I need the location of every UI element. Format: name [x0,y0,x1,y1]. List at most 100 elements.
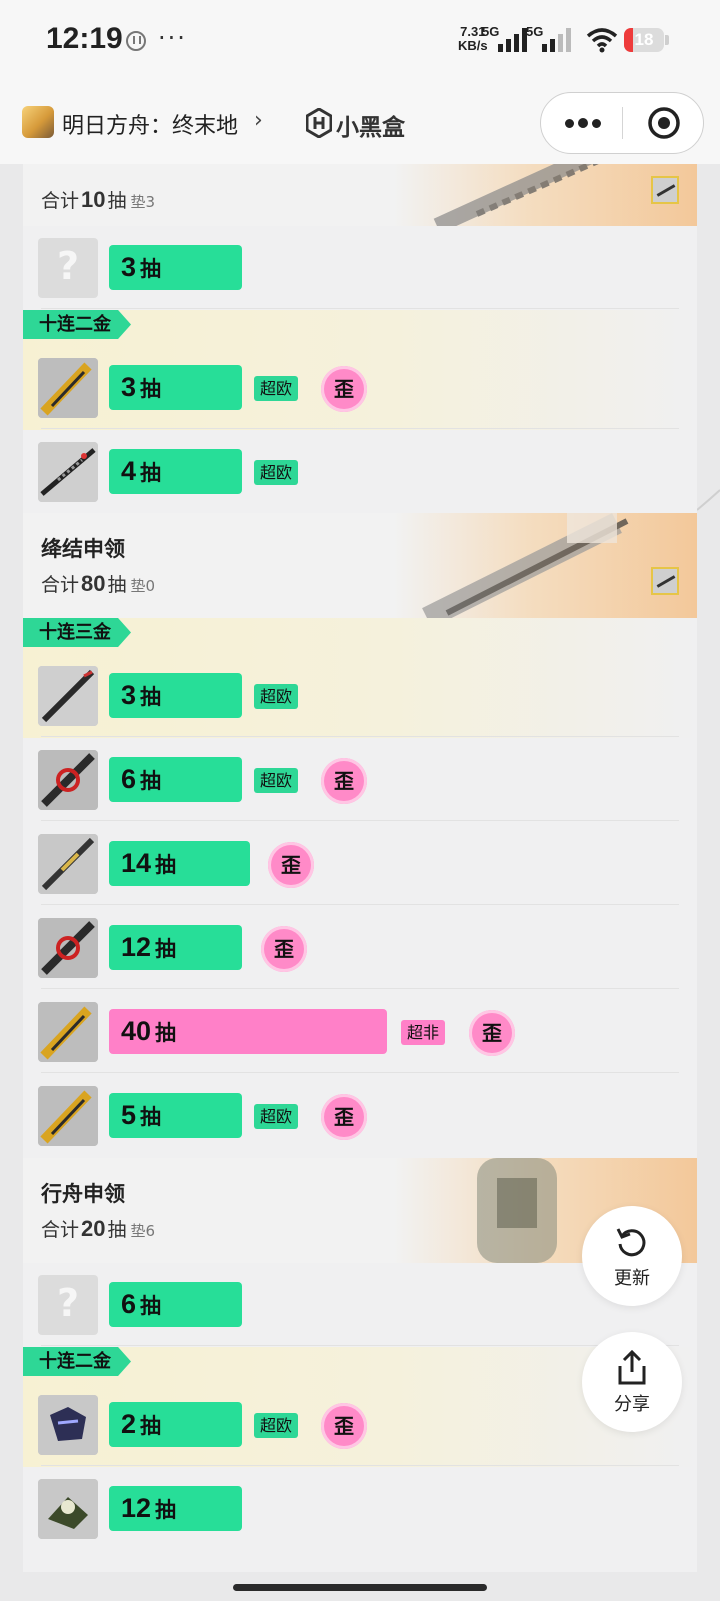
off-banner-badge: 歪 [469,1010,515,1056]
divider [41,428,679,429]
status-time: 12:19 [46,22,123,55]
sim1-label: 5G [482,24,500,39]
ten-pull-tag: 十连二金 [23,310,131,339]
network-speed-unit: KB/s [458,38,488,53]
pull-number: 4 [121,456,137,486]
divider [41,736,679,737]
weapon-art-image [433,164,599,226]
pity-count: 垫3 [130,193,156,211]
brand-name: 小黑盒 [336,115,405,141]
off-banner-badge: 歪 [268,842,314,888]
weapon-gold-icon [38,358,98,418]
pull-number: 3 [121,680,137,710]
unknown-item-icon [38,238,98,298]
divider [41,820,679,821]
pull-number: 14 [121,848,152,878]
share-label: 分享 [614,1394,650,1415]
pull-unit: 抽 [140,1294,162,1318]
pull-number: 3 [121,252,137,282]
close-target-icon[interactable] [647,106,681,140]
status-bar: 12:19 ··· 7.31 KB/s 5G 5G 18 [0,0,720,84]
pull-number: 6 [121,1289,137,1319]
status-more-dots: ··· [158,24,187,52]
lucky-badge: 超欧 [254,460,299,485]
off-banner-badge: 歪 [321,1403,367,1449]
ten-pull-tag: 十连二金 [23,1347,131,1376]
pull-unit: 抽 [155,937,177,961]
off-banner-badge: 歪 [321,758,367,804]
pull-unit: 抽 [140,1414,162,1438]
lucky-badge: 超欧 [254,376,299,401]
banner-total: 合计80 抽垫0 [41,570,155,597]
weapon-red-icon [38,750,98,810]
home-indicator[interactable] [233,1584,487,1591]
pull-unit: 抽 [140,461,162,485]
divider [41,988,679,989]
banner-section-header: 绛结申领 合计80 抽垫0 [23,513,697,618]
app-notification-icon [126,31,146,51]
total-pulls: 20 [81,1216,106,1241]
pull-count: 6抽 [121,1289,161,1320]
pull-row: 14 抽 歪 [23,822,697,905]
refresh-label: 更新 [614,1268,650,1289]
operator-icon [38,1479,98,1539]
pull-unit: 抽 [155,853,177,877]
weapon-art-image [422,513,629,618]
unlucky-badge: 超非 [401,1020,446,1045]
pull-row: 12 抽 歪 [23,906,697,989]
off-banner-badge: 歪 [321,1094,367,1140]
refresh-icon [616,1228,646,1257]
off-banner-badge: 歪 [321,366,367,412]
pull-unit: 抽 [140,377,162,401]
banner-name: 行舟申领 [41,1182,125,1206]
pull-count: 6抽 [121,764,161,795]
app-avatar[interactable] [22,106,54,138]
app-name-link[interactable]: 明日方舟：终末地 [62,108,238,140]
banner-name: 绛结申领 [41,537,125,561]
wifi-icon [586,28,618,53]
pity-count: 垫6 [130,1222,156,1240]
lucky-badge: 超欧 [254,768,299,793]
refresh-button[interactable]: 更新 [582,1206,682,1306]
operator-icon [38,1395,98,1455]
banner-total: 合计10 抽垫3 [41,186,155,213]
pull-row: 4抽 超欧 [23,430,697,513]
divider [41,1465,679,1466]
share-button[interactable]: 分享 [582,1332,682,1432]
divider [41,1072,679,1073]
miniprogram-header: 明日方舟：终末地 › 小黑盒 [0,84,720,164]
pull-count: 3抽 [121,372,161,403]
pity-count: 垫0 [130,577,156,595]
background-decoration [697,489,720,511]
pull-number: 12 [121,932,152,962]
pull-number: 2 [121,1409,137,1439]
battery-tip [665,35,669,45]
total-suffix: 抽 [107,574,127,596]
pull-unit: 抽 [140,257,162,281]
pull-row: 6抽 超欧 歪 [23,738,697,821]
pull-number: 40 [121,1016,152,1046]
banner-section-header: 合计10 抽垫3 [23,164,697,226]
weapon-red-icon [38,918,98,978]
lucky-badge: 超欧 [254,1413,299,1438]
pull-unit: 抽 [140,769,162,793]
chevron-right-icon[interactable]: › [254,108,263,133]
pull-count: 4抽 [121,456,161,487]
weapon-icon [38,834,98,894]
total-prefix: 合计 [41,1219,80,1241]
banner-weapon-thumb [651,176,679,204]
more-icon[interactable] [561,107,621,137]
off-banner-badge: 歪 [261,926,307,972]
weapon-gold-icon [38,1002,98,1062]
signal-icon: 5G [482,24,528,52]
pull-row: 5抽 超欧 歪 [23,1074,697,1157]
divider [41,1345,679,1346]
pull-count: 12 抽 [121,1493,176,1524]
battery-icon: 18 [624,28,664,52]
total-prefix: 合计 [41,190,80,212]
pull-unit: 抽 [155,1021,177,1045]
total-suffix: 抽 [107,1219,127,1241]
divider [41,308,679,309]
pull-row: 12 抽 [23,1467,697,1550]
pull-count: 3抽 [121,680,161,711]
